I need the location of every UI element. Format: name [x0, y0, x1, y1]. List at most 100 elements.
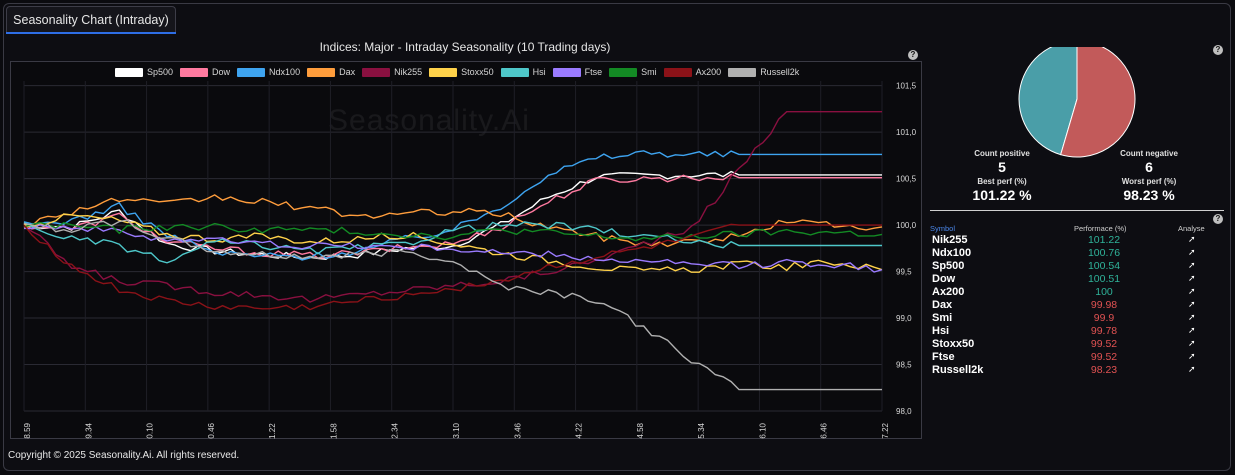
legend-swatch [500, 67, 529, 77]
x-tick-label: 10.10 [146, 422, 155, 439]
rocket-icon[interactable]: ➚ [1188, 325, 1196, 336]
legend-item[interactable]: Ax200 [663, 66, 722, 78]
y-tick-label: 99,5 [896, 268, 912, 277]
legend-item[interactable]: Smi [609, 66, 657, 78]
legend-label: Hsi [532, 67, 546, 77]
y-tick-label: 99,0 [896, 314, 912, 323]
row-symbol: Sp500 [932, 260, 965, 272]
table-row[interactable]: Hsi 99.78 ➚ [930, 325, 1220, 338]
row-performance: 99.9 [1093, 312, 1115, 324]
y-tick-label: 101,5 [896, 82, 917, 91]
legend-item[interactable]: Ndx100 [237, 66, 300, 78]
legend-label: Ftse [584, 67, 603, 77]
row-symbol: Ax200 [932, 286, 965, 298]
x-tick-label: 17.22 [881, 422, 890, 439]
row-symbol: Ftse [932, 351, 955, 363]
row-symbol: Dax [932, 299, 953, 311]
legend-swatch [237, 67, 266, 77]
y-tick-label: 100,5 [896, 175, 917, 184]
pie-help-icon[interactable]: ? [1213, 45, 1223, 55]
rocket-icon[interactable]: ➚ [1188, 299, 1196, 310]
worst-perf-value: 98.23 % [1123, 187, 1175, 203]
table-row[interactable]: Smi 99.9 ➚ [930, 312, 1220, 325]
row-performance: 100.76 [1087, 247, 1121, 259]
legend-label: Dow [212, 67, 231, 77]
tab-seasonality-chart[interactable]: Seasonality Chart (Intraday) [6, 6, 176, 33]
x-tick-label: 09.34 [84, 422, 93, 439]
row-symbol: Dow [932, 273, 956, 285]
legend-label: Russell2k [760, 67, 800, 77]
table-row[interactable]: Ftse 99.52 ➚ [930, 351, 1220, 364]
rocket-icon[interactable]: ➚ [1188, 312, 1196, 323]
column-header-symbol[interactable]: Symbol [930, 224, 955, 233]
table-row[interactable]: Ndx100 100.76 ➚ [930, 247, 1220, 260]
legend-swatch [609, 67, 638, 77]
legend-item[interactable]: Dax [307, 66, 355, 78]
rocket-icon[interactable]: ➚ [1188, 260, 1196, 271]
legend-item[interactable]: Russell2k [728, 66, 799, 78]
legend-swatch [552, 67, 581, 77]
rocket-icon[interactable]: ➚ [1188, 234, 1196, 245]
legend-item[interactable]: Sp500 [115, 66, 173, 78]
legend-swatch [663, 67, 692, 77]
row-performance: 100.54 [1087, 260, 1121, 272]
legend-item[interactable]: Ftse [552, 66, 603, 78]
table-row[interactable]: Dax 99.98 ➚ [930, 299, 1220, 312]
count-negative-label: Count negative [1120, 149, 1178, 158]
rocket-icon[interactable]: ➚ [1188, 273, 1196, 284]
column-header-performance[interactable]: Performace (%) [1074, 224, 1127, 233]
x-tick-label: 08.59 [23, 422, 32, 439]
table-row[interactable]: Nik255 101.22 ➚ [930, 234, 1220, 247]
legend-item[interactable]: Hsi [500, 66, 546, 78]
x-tick-label: 13.46 [513, 422, 522, 439]
x-tick-label: 16.10 [758, 422, 767, 439]
table-row[interactable]: Sp500 100.54 ➚ [930, 260, 1220, 273]
row-symbol: Nik255 [932, 234, 968, 246]
table-row[interactable]: Russell2k 98.23 ➚ [930, 364, 1220, 377]
x-tick-label: 14.58 [636, 422, 645, 439]
legend-label: Ax200 [695, 67, 722, 77]
column-header-analyse: Analyse [1178, 224, 1205, 233]
legend-swatch [115, 67, 143, 77]
x-tick-label: 10.46 [207, 422, 216, 439]
x-tick-label: 13.10 [452, 422, 461, 439]
row-performance: 99.98 [1090, 299, 1118, 311]
count-positive-value: 5 [998, 159, 1006, 175]
row-performance: 101.22 [1087, 234, 1121, 246]
legend-swatch [728, 67, 757, 77]
best-perf-label: Best perf (%) [977, 177, 1027, 186]
legend-label: Smi [641, 67, 657, 77]
legend-swatch [180, 67, 209, 77]
best-perf-value: 101.22 % [972, 187, 1032, 203]
section-divider [930, 210, 1224, 211]
legend-label: Dax [339, 67, 356, 77]
active-tab-indicator [6, 32, 176, 34]
x-tick-label: 11.58 [329, 423, 338, 439]
table-row[interactable]: Stoxx50 99.52 ➚ [930, 338, 1220, 351]
copyright-footer: Copyright © 2025 Seasonality.Ai. All rig… [8, 450, 240, 461]
legend-label: Sp500 [147, 67, 174, 77]
rocket-icon[interactable]: ➚ [1188, 351, 1196, 362]
rocket-icon[interactable]: ➚ [1188, 338, 1196, 349]
legend-item[interactable]: Dow [180, 66, 230, 78]
row-symbol: Russell2k [932, 364, 984, 376]
legend-item[interactable]: Stoxx50 [429, 66, 494, 78]
table-help-icon[interactable]: ? [1213, 214, 1223, 224]
rocket-icon[interactable]: ➚ [1188, 247, 1196, 258]
row-symbol: Hsi [932, 325, 950, 337]
table-row[interactable]: Ax200 100 ➚ [930, 286, 1220, 299]
y-tick-label: 101,0 [896, 128, 917, 137]
row-performance: 99.52 [1090, 338, 1118, 350]
chart-help-icon[interactable]: ? [908, 50, 918, 60]
row-symbol: Ndx100 [932, 247, 972, 259]
count-negative-value: 6 [1145, 159, 1153, 175]
legend-item[interactable]: Nik255 [362, 66, 422, 78]
rocket-icon[interactable]: ➚ [1188, 286, 1196, 297]
x-tick-label: 15.34 [697, 422, 706, 439]
table-row[interactable]: Dow 100.51 ➚ [930, 273, 1220, 286]
row-performance: 100 [1095, 286, 1113, 298]
x-tick-label: 14.22 [575, 422, 584, 439]
row-performance: 99.78 [1090, 325, 1118, 337]
legend-label: Nik255 [394, 67, 423, 77]
rocket-icon[interactable]: ➚ [1188, 364, 1196, 375]
